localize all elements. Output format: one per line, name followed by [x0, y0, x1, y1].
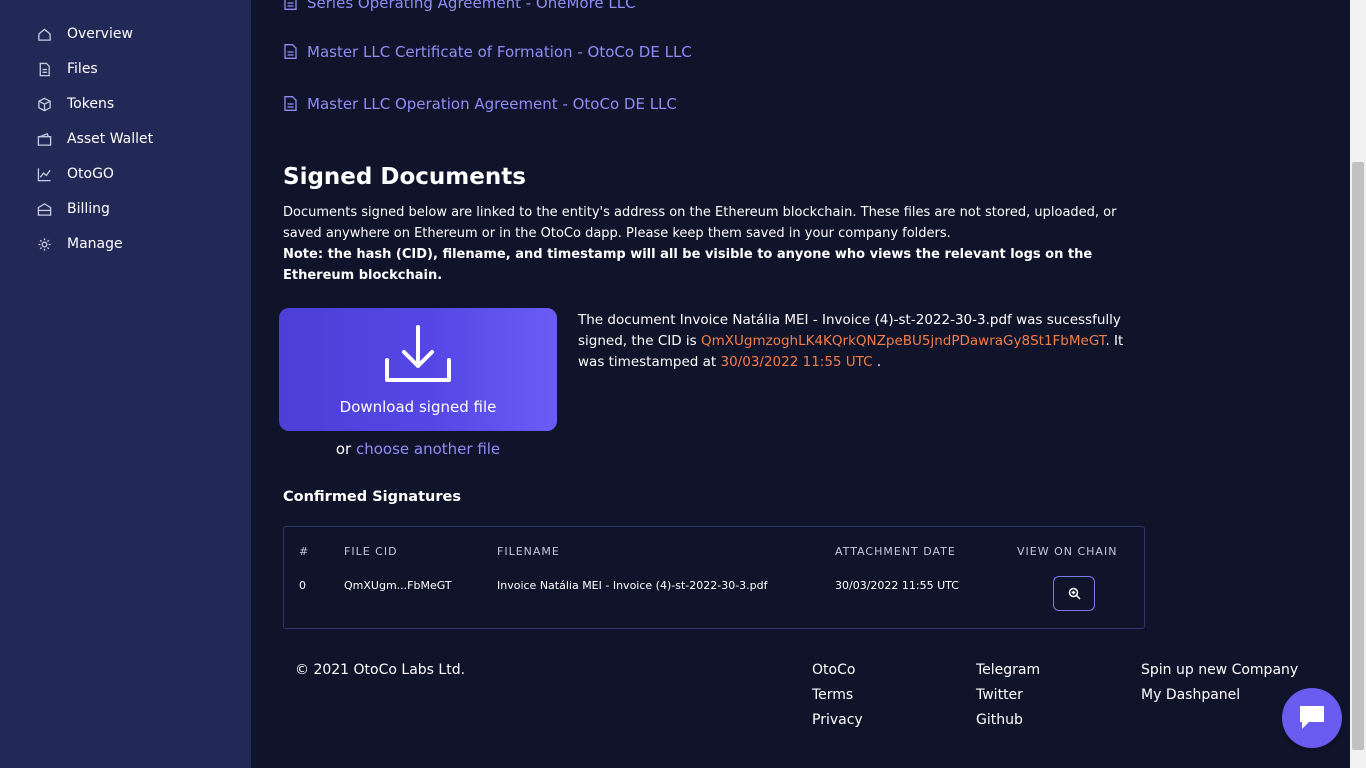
home-icon: [36, 26, 52, 42]
column-header-attachment-date: ATTACHMENT DATE: [835, 545, 956, 558]
column-header-view-on-chain: VIEW ON CHAIN: [1017, 545, 1118, 558]
file-icon: [36, 61, 52, 77]
main-content: Series Operating Agreement - OneMore LLC…: [251, 0, 1350, 768]
sidebar-item-overview[interactable]: Overview: [36, 22, 133, 46]
chat-icon: [1300, 706, 1324, 729]
chart-line-icon: [36, 166, 52, 182]
footer-link-terms[interactable]: Terms: [812, 687, 853, 703]
timestamp-value: 30/03/2022 11:55 UTC: [720, 354, 873, 370]
gear-icon: [36, 236, 52, 252]
document-link[interactable]: Series Operating Agreement - OneMore LLC: [284, 0, 636, 14]
scrollbar-thumb[interactable]: [1352, 162, 1364, 750]
billing-icon: [36, 201, 52, 217]
confirmed-signatures-table: # FILE CID FILENAME ATTACHMENT DATE VIEW…: [283, 526, 1145, 629]
signing-result-message: The document Invoice Natália MEI - Invoi…: [578, 310, 1153, 373]
chat-button[interactable]: [1282, 688, 1342, 748]
footer-link-github[interactable]: Github: [976, 712, 1023, 728]
sidebar-item-files[interactable]: Files: [36, 57, 98, 81]
zoom-in-icon: [1068, 587, 1081, 600]
view-on-chain-button[interactable]: [1053, 576, 1095, 611]
message-part-3: .: [876, 354, 882, 370]
sidebar-item-manage[interactable]: Manage: [36, 232, 123, 256]
row-file-cid: QmXUgm...FbMeGT: [344, 579, 452, 592]
sidebar-item-billing[interactable]: Billing: [36, 197, 110, 221]
sidebar-item-label: Billing: [67, 201, 110, 217]
document-icon: [284, 44, 298, 60]
sidebar-item-label: Files: [67, 61, 98, 77]
document-icon: [284, 96, 298, 112]
choose-another-file-line: or choose another file: [279, 440, 557, 458]
footer-link-privacy[interactable]: Privacy: [812, 712, 863, 728]
document-link[interactable]: Master LLC Operation Agreement - OtoCo D…: [284, 93, 677, 115]
signed-documents-description: Documents signed below are linked to the…: [283, 202, 1133, 286]
footer-link-otoco[interactable]: OtoCo: [812, 662, 855, 678]
row-filename: Invoice Natália MEI - Invoice (4)-st-202…: [497, 579, 768, 592]
description-text: Documents signed below are linked to the…: [283, 205, 1117, 241]
column-header-filename: FILENAME: [497, 545, 560, 558]
cid-value: QmXUgmzoghLK4KQrkQNZpeBU5jndPDawraGy8St1…: [701, 333, 1106, 349]
or-text: or: [335, 440, 352, 458]
download-button-label: Download signed file: [339, 398, 497, 416]
sidebar-item-label: Tokens: [67, 96, 115, 112]
choose-another-file-link[interactable]: choose another file: [356, 440, 500, 458]
document-link[interactable]: Master LLC Certificate of Formation - Ot…: [284, 41, 692, 63]
row-number: 0: [299, 579, 306, 592]
footer-link-spin-up-company[interactable]: Spin up new Company: [1141, 662, 1298, 678]
column-header-file-cid: FILE CID: [344, 545, 398, 558]
sidebar-item-label: Manage: [67, 236, 123, 252]
sidebar: Overview Files Tokens Asset Wallet OtoGO…: [0, 0, 251, 768]
wallet-icon: [36, 131, 52, 147]
signed-documents-title: Signed Documents: [283, 164, 526, 190]
row-attachment-date: 30/03/2022 11:55 UTC: [835, 579, 959, 592]
confirmed-signatures-title: Confirmed Signatures: [283, 489, 461, 505]
sidebar-item-asset-wallet[interactable]: Asset Wallet: [36, 127, 153, 151]
cube-icon: [36, 96, 52, 112]
download-icon: [383, 324, 453, 384]
sidebar-item-otogo[interactable]: OtoGO: [36, 162, 114, 186]
footer-link-telegram[interactable]: Telegram: [976, 662, 1040, 678]
document-icon: [284, 0, 298, 11]
page-scrollbar[interactable]: [1350, 0, 1366, 768]
footer-link-my-dashpanel[interactable]: My Dashpanel: [1141, 687, 1240, 703]
sidebar-item-label: OtoGO: [67, 166, 114, 182]
sidebar-item-label: Overview: [67, 26, 133, 42]
footer-link-twitter[interactable]: Twitter: [976, 687, 1023, 703]
sidebar-item-tokens[interactable]: Tokens: [36, 92, 114, 116]
column-header-number: #: [299, 545, 310, 558]
description-note: Note: the hash (CID), filename, and time…: [283, 247, 1093, 283]
copyright-text: © 2021 OtoCo Labs Ltd.: [295, 662, 466, 678]
sidebar-item-label: Asset Wallet: [67, 131, 154, 147]
download-signed-file-button[interactable]: Download signed file: [279, 308, 557, 431]
